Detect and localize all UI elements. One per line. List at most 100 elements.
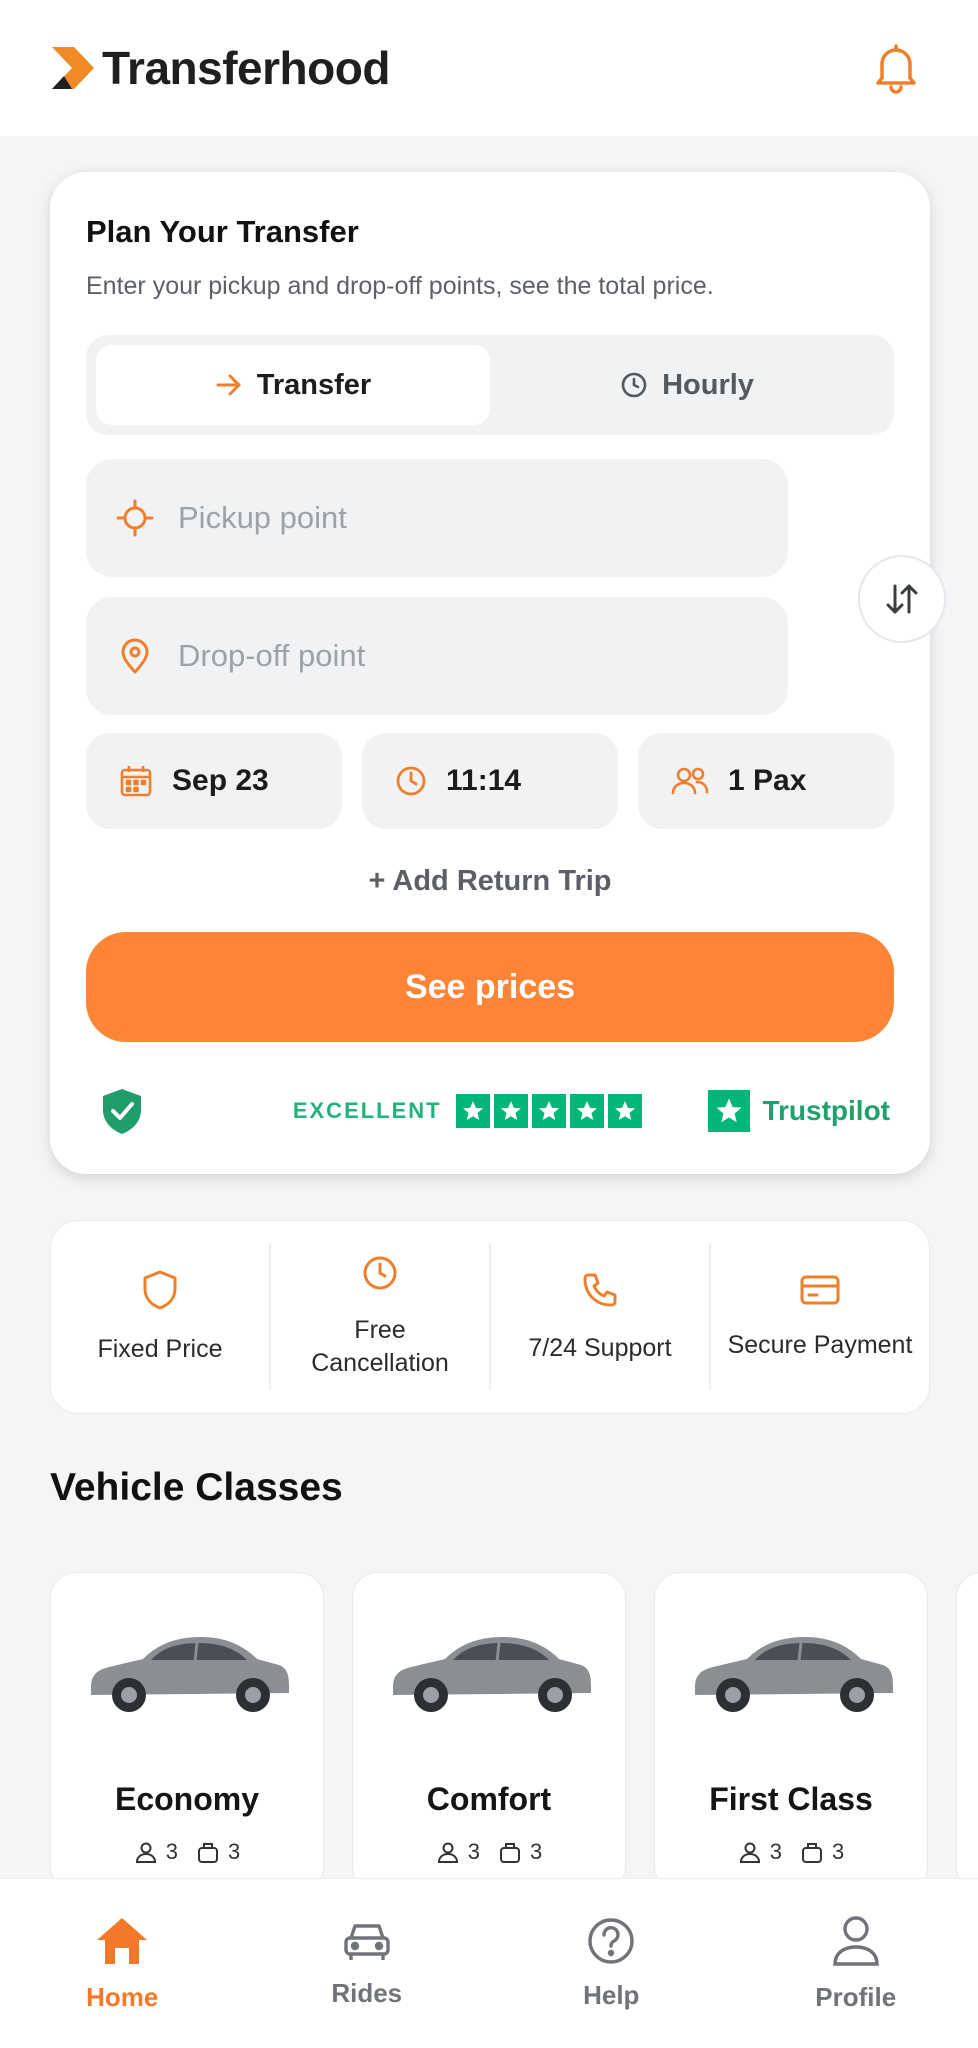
feature-label: 7/24 Support [528, 1333, 672, 1362]
tab-transfer-label: Transfer [256, 368, 372, 401]
car-image [393, 1637, 591, 1712]
nav-help[interactable]: Help [489, 1879, 734, 2048]
passenger-count: 3 [165, 1839, 178, 1864]
vehicle-classes-title: Vehicle Classes [50, 1466, 343, 1509]
nav-home-label: Home [86, 1982, 159, 2012]
arrow-right-icon [216, 374, 241, 396]
trust-row: EXCELLENT Trustpilot [86, 1086, 894, 1136]
vehicle-card-first-class[interactable]: First Class 3 3 [654, 1572, 928, 1878]
car-image [91, 1637, 289, 1712]
star-icon [607, 1094, 642, 1128]
profile-icon [833, 1916, 879, 1966]
luggage-icon [198, 1843, 218, 1863]
nav-help-label: Help [583, 1980, 640, 2010]
location-fields: Pickup point Drop-off point [86, 459, 946, 715]
passenger-count: 3 [769, 1839, 782, 1864]
nav-home[interactable]: Home [0, 1879, 245, 2048]
clock-icon [396, 766, 426, 796]
time-picker[interactable]: 11:14 [362, 733, 618, 829]
mode-toggle: Transfer Hourly [86, 335, 894, 435]
add-return-trip-link[interactable]: + Add Return Trip [86, 865, 894, 898]
star-icon [569, 1094, 604, 1128]
luggage-icon [500, 1843, 520, 1863]
clock-icon [363, 1256, 397, 1290]
passenger-capacity: 3 [738, 1839, 782, 1865]
phone-icon [583, 1273, 617, 1306]
plan-transfer-card: Plan Your Transfer Enter your pickup and… [50, 172, 946, 1174]
home-icon [97, 1918, 148, 1964]
tab-hourly[interactable]: Hourly [490, 345, 884, 425]
credit-card-icon [800, 1275, 840, 1304]
vehicle-card-economy[interactable]: Economy 3 3 [50, 1572, 324, 1878]
pickup-field[interactable]: Pickup point [86, 459, 788, 577]
clock-icon [621, 372, 647, 398]
trustpilot-label: Trustpilot [762, 1095, 890, 1126]
see-prices-button[interactable]: See prices [86, 932, 894, 1042]
passenger-picker[interactable]: 1 Pax [638, 733, 894, 829]
nav-rides-label: Rides [331, 1978, 403, 2008]
feature-label: Free Cancellation [311, 1316, 449, 1377]
luggage-capacity: 3 [800, 1839, 844, 1865]
transferhood-logo-mark [52, 47, 94, 89]
trustpilot-rating: EXCELLENT [293, 1094, 642, 1128]
user-icon [135, 1842, 156, 1863]
date-picker[interactable]: Sep 23 [86, 733, 342, 829]
brand-name: Transferhood [102, 42, 390, 94]
nav-profile-label: Profile [815, 1982, 897, 2012]
map-pin-icon [121, 638, 149, 674]
luggage-count: 3 [530, 1839, 543, 1864]
luggage-count: 3 [832, 1839, 845, 1864]
user-icon [437, 1842, 458, 1863]
notifications-button[interactable] [868, 40, 924, 96]
car-image [695, 1637, 893, 1712]
shield-icon [143, 1270, 177, 1309]
vehicle-card-comfort[interactable]: Comfort 3 3 [352, 1572, 626, 1878]
feature-support: 7/24 Support [489, 1244, 709, 1390]
vehicle-card-partial[interactable] [956, 1572, 978, 1878]
brand[interactable]: Transferhood [50, 41, 390, 95]
passenger-capacity: 3 [436, 1839, 480, 1865]
passenger-capacity: 3 [134, 1839, 178, 1865]
feature-fixed-price: Fixed Price [51, 1244, 269, 1390]
feature-secure-payment: Secure Payment [709, 1244, 929, 1390]
rating-label: EXCELLENT [292, 1098, 442, 1123]
star-icon [493, 1094, 528, 1128]
swap-vertical-icon [886, 584, 918, 614]
luggage-icon [802, 1843, 822, 1863]
trustpilot-badge[interactable]: Trustpilot [708, 1090, 890, 1132]
vehicle-name: Comfort [426, 1781, 552, 1817]
dropoff-placeholder: Drop-off point [178, 638, 366, 673]
car-icon [344, 1924, 390, 1960]
star-icon [455, 1094, 490, 1128]
app-header: Transferhood [0, 0, 978, 136]
users-icon [671, 767, 709, 795]
dropoff-field[interactable]: Drop-off point [86, 597, 788, 715]
vehicle-carousel[interactable]: Economy 3 3 Comfort 3 3 First Class 3 3 [50, 1572, 978, 1878]
trustpilot-star-icon [708, 1090, 751, 1132]
calendar-icon [120, 766, 152, 797]
vehicle-capacity: 3 3 [353, 1839, 625, 1865]
luggage-count: 3 [228, 1839, 241, 1864]
trip-details-row: Sep 23 11:14 1 Pax [86, 733, 894, 829]
user-icon [739, 1842, 760, 1863]
bottom-navigation: Home Rides Help Profile [0, 1878, 978, 2048]
star-icon [531, 1094, 566, 1128]
vehicle-name: First Class [709, 1781, 873, 1817]
nav-rides[interactable]: Rides [245, 1879, 490, 2048]
nav-profile[interactable]: Profile [734, 1879, 978, 2048]
crosshair-icon [116, 499, 154, 537]
luggage-capacity: 3 [498, 1839, 542, 1865]
plan-title: Plan Your Transfer [86, 214, 359, 249]
feature-free-cancellation: Free Cancellation [269, 1244, 489, 1390]
feature-label: Fixed Price [97, 1334, 223, 1363]
bell-icon [876, 44, 916, 94]
features-strip: Fixed Price Free Cancellation 7/24 Suppo… [50, 1220, 930, 1414]
vehicle-name: Economy [114, 1781, 260, 1817]
plan-subtitle: Enter your pickup and drop-off points, s… [86, 272, 714, 300]
shield-check-icon [103, 1089, 141, 1134]
tab-transfer[interactable]: Transfer [96, 345, 490, 425]
vehicle-capacity: 3 3 [51, 1839, 323, 1865]
swap-locations-button[interactable] [858, 555, 946, 643]
time-value: 11:14 [446, 764, 522, 797]
passenger-count: 3 [467, 1839, 480, 1864]
